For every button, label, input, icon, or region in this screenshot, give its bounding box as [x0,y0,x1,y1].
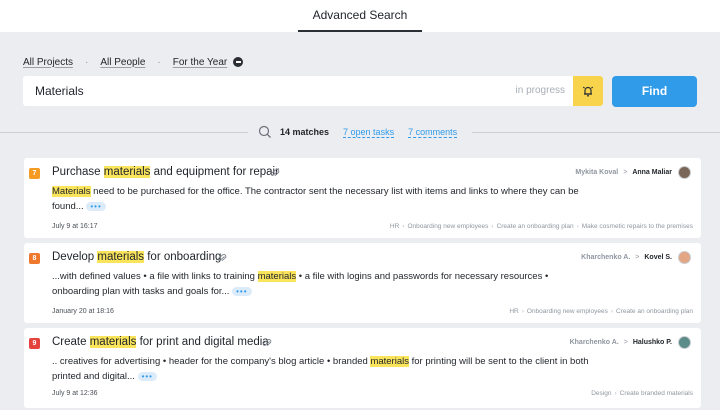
comments-link[interactable]: 7 comments [408,127,457,137]
filter-separator: · [85,56,89,68]
result-date: July 9 at 16:17 [52,223,98,230]
result-title[interactable]: Purchase materials and equipment for rep… [52,166,279,178]
alarm-bell-button[interactable] [573,76,603,106]
assignment: Kharchenko A. > Kovel S. [581,251,691,264]
result-title[interactable]: Develop materials for onboarding [52,251,221,263]
assignment: Mykita Koval > Anna Maliar [575,166,691,179]
breadcrumb: HR › Onboarding new employees › Create an on… [509,308,693,315]
breadcrumb: HR › Onboarding new employees › Create an on… [389,223,693,230]
result-card[interactable]: 8 Develop materials for onboarding Kharc… [24,243,701,323]
attachment-icon [270,169,280,177]
assignee-name: Anna Maliar [632,169,672,176]
open-tasks-link[interactable]: 7 open tasks [343,127,394,137]
alarm-bell-icon [582,86,594,97]
result-card[interactable]: 9 Create materials for print and digital… [24,328,701,408]
result-snippet: Materials need to be purchased for the o… [52,186,579,212]
task-number-badge: 7 [29,168,40,179]
remove-filter-icon[interactable] [233,57,244,67]
filter-period[interactable]: For the Year [173,57,227,68]
result-title[interactable]: Create materials for print and digital m… [52,336,269,348]
assignee-name: Halushko P. [632,339,672,346]
arrow-icon: > [635,254,640,261]
task-number-badge: 8 [29,253,40,264]
top-bar: Advanced Search [0,0,720,32]
tab-advanced-search[interactable]: Advanced Search [298,0,422,32]
arrow-icon: > [623,339,628,346]
result-date: July 9 at 12:36 [52,390,98,397]
match-count: 14 matches [280,127,330,137]
avatar[interactable] [678,336,691,349]
assigner-name: Kharchenko A. [581,254,631,261]
result-snippet: .. creatives for advertising • header fo… [52,356,589,382]
assignee-name: Kovel S. [644,254,672,261]
search-status: in progress [515,85,565,96]
expand-snippet-button[interactable]: ••• [232,286,252,296]
search-input[interactable]: Materials [35,76,84,106]
avatar[interactable] [678,166,691,179]
result-snippet: ...with defined values • a file with lin… [52,271,549,297]
result-card[interactable]: 7 Purchase materials and equipment for r… [24,158,701,238]
search-box[interactable]: Materials in progress [23,76,603,106]
assigner-name: Kharchenko A. [569,339,619,346]
attachment-icon [217,254,227,262]
expand-snippet-button[interactable]: ••• [86,201,106,211]
filter-projects[interactable]: All Projects [23,57,73,68]
assigner-name: Mykita Koval [575,169,619,176]
expand-snippet-button[interactable]: ••• [137,371,157,381]
filter-separator: · [157,56,161,68]
attachment-icon [262,339,272,347]
avatar[interactable] [678,251,691,264]
find-button[interactable]: Find [612,76,697,107]
task-number-badge: 9 [29,338,40,349]
filter-people[interactable]: All People [100,57,145,68]
search-icon [258,125,271,138]
divider [0,132,248,133]
result-date: January 20 at 18:16 [52,308,114,315]
arrow-icon: > [623,169,628,176]
filter-bar: All Projects · All People · For the Year [23,54,244,70]
assignment: Kharchenko A. > Halushko P. [570,336,691,349]
results-summary: 14 matches 7 open tasks 7 comments [258,124,471,140]
breadcrumb: Design › Create branded materials [591,390,693,397]
divider [472,132,720,133]
